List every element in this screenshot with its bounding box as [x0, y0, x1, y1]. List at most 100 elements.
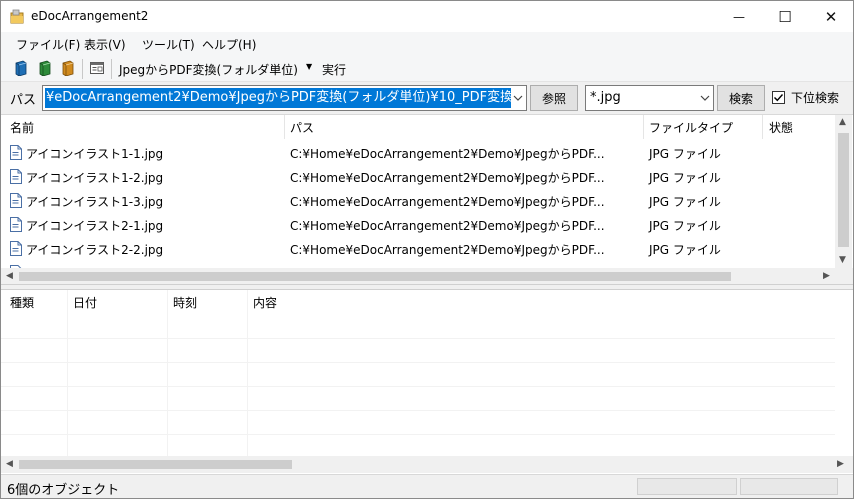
grid-line [1, 434, 835, 435]
log-list: 種類 日付 時刻 内容 ◀ ▶ [1, 290, 853, 473]
file-name: アイコンイラスト1-2.jpg [26, 171, 164, 185]
search-button[interactable]: 検索 [717, 85, 765, 111]
scroll-right-icon[interactable]: ▶ [823, 271, 830, 281]
scroll-down-icon[interactable]: ▼ [839, 255, 846, 265]
window-title: eDocArrangement2 [31, 9, 149, 23]
file-list: 名前 パス ファイルタイプ 状態 アイコンイラスト1-1.jpg C:¥Home… [1, 114, 853, 285]
scroll-left-icon[interactable]: ◀ [6, 271, 13, 281]
toolbar-separator [111, 59, 112, 79]
chevron-down-icon[interactable]: ▼ [306, 62, 312, 71]
app-folder-icon [10, 9, 24, 24]
table-row[interactable]: アイコンイラスト1-1.jpg C:¥Home¥eDocArrangement2… [1, 141, 835, 165]
column-divider[interactable] [284, 115, 285, 139]
column-divider[interactable] [762, 115, 763, 139]
title-bar[interactable]: eDocArrangement2 — ☐ ✕ [1, 1, 853, 32]
column-header-type[interactable]: ファイルタイプ [649, 119, 733, 136]
run-button[interactable]: 実行 [322, 61, 346, 78]
status-panel [740, 478, 838, 495]
status-bar: 6個のオブジェクト [1, 474, 853, 498]
file-path: C:¥Home¥eDocArrangement2¥Demo¥JpegからPDF.… [290, 219, 605, 233]
maximize-icon: ☐ [778, 7, 792, 26]
scroll-thumb[interactable] [838, 133, 849, 247]
grid-line [67, 290, 68, 456]
browse-button[interactable]: 参照 [530, 85, 578, 111]
book-green-icon[interactable] [37, 60, 53, 76]
check-icon [774, 94, 784, 102]
column-header-date[interactable]: 日付 [73, 294, 97, 311]
column-header-time[interactable]: 時刻 [173, 294, 197, 311]
column-divider[interactable] [643, 115, 644, 139]
toolbar-separator [82, 59, 83, 79]
file-icon [10, 145, 22, 160]
file-icon [10, 217, 22, 232]
path-bar: パス ¥eDocArrangement2¥Demo¥JpegからPDF変換(フォ… [1, 82, 853, 114]
window-list-icon[interactable] [89, 60, 105, 76]
path-value[interactable]: ¥eDocArrangement2¥Demo¥JpegからPDF変換(フォルダ単… [45, 88, 511, 108]
toolbar: JpegからPDF変換(フォルダ単位) ▼ 実行 [1, 56, 853, 82]
horizontal-scrollbar[interactable]: ◀ ▶ [1, 268, 853, 285]
scroll-right-icon[interactable]: ▶ [837, 459, 844, 469]
menu-help[interactable]: ヘルプ(H) [202, 36, 256, 53]
filter-input[interactable]: *.jpg [585, 85, 714, 111]
file-type: JPG ファイル [649, 171, 721, 185]
book-blue-icon[interactable] [13, 60, 29, 76]
horizontal-scrollbar[interactable]: ◀ ▶ [1, 456, 853, 473]
file-type: JPG ファイル [649, 219, 721, 233]
subfolder-label[interactable]: 下位検索 [791, 89, 839, 106]
close-button[interactable]: ✕ [808, 1, 854, 32]
mode-select[interactable]: JpegからPDF変換(フォルダ単位) [119, 61, 298, 78]
file-name: アイコンイラスト2-1.jpg [26, 219, 164, 233]
grid-line [1, 386, 835, 387]
file-path: C:¥Home¥eDocArrangement2¥Demo¥JpegからPDF.… [290, 147, 605, 161]
column-header-name[interactable]: 名前 [10, 119, 34, 136]
path-label: パス [10, 93, 37, 108]
status-panel [637, 478, 737, 495]
table-row[interactable]: アイコンイラスト1-2.jpg C:¥Home¥eDocArrangement2… [1, 165, 835, 189]
vertical-scrollbar[interactable]: ▲ ▼ [835, 115, 852, 269]
menu-view[interactable]: 表示(V) [84, 36, 126, 53]
file-type: JPG ファイル [649, 147, 721, 161]
scroll-thumb[interactable] [19, 272, 731, 281]
column-header-kind[interactable]: 種類 [10, 294, 34, 311]
menu-bar: ファイル(F) 表示(V) ツール(T) ヘルプ(H) [1, 32, 853, 56]
grid-line [1, 410, 835, 411]
subfolder-checkbox[interactable] [772, 91, 785, 104]
menu-file[interactable]: ファイル(F) [16, 36, 80, 53]
column-header-status[interactable]: 状態 [769, 119, 793, 136]
path-input[interactable]: ¥eDocArrangement2¥Demo¥JpegからPDF変換(フォルダ単… [42, 85, 527, 111]
column-header-content[interactable]: 内容 [253, 294, 277, 311]
menu-tools[interactable]: ツール(T) [142, 36, 195, 53]
file-type: JPG ファイル [649, 243, 721, 257]
grid-line [1, 362, 835, 363]
book-orange-icon[interactable] [60, 60, 76, 76]
file-path: C:¥Home¥eDocArrangement2¥Demo¥JpegからPDF.… [290, 195, 605, 209]
minimize-button[interactable]: — [716, 1, 762, 32]
file-path: C:¥Home¥eDocArrangement2¥Demo¥JpegからPDF.… [290, 171, 605, 185]
grid-line [247, 290, 248, 456]
file-icon [10, 241, 22, 256]
maximize-button[interactable]: ☐ [762, 1, 808, 32]
grid-line [1, 338, 835, 339]
column-header-path[interactable]: パス [290, 119, 314, 136]
scroll-up-icon[interactable]: ▲ [839, 117, 846, 127]
table-row[interactable]: アイコンイラスト2-1.jpg C:¥Home¥eDocArrangement2… [1, 213, 835, 237]
file-icon [10, 193, 22, 208]
chevron-down-icon[interactable] [513, 90, 523, 106]
file-name: アイコンイラスト1-1.jpg [26, 147, 164, 161]
scroll-left-icon[interactable]: ◀ [6, 459, 13, 469]
app-window: eDocArrangement2 — ☐ ✕ ファイル(F) 表示(V) ツール… [0, 0, 854, 499]
status-text: 6個のオブジェクト [7, 483, 120, 498]
scroll-thumb[interactable] [19, 460, 292, 469]
file-path: C:¥Home¥eDocArrangement2¥Demo¥JpegからPDF.… [290, 243, 605, 257]
file-icon [10, 169, 22, 184]
table-row[interactable]: アイコンイラスト2-2.jpg C:¥Home¥eDocArrangement2… [1, 237, 835, 261]
file-name: アイコンイラスト1-3.jpg [26, 195, 164, 209]
browse-button-label: 参照 [541, 91, 566, 106]
file-type: JPG ファイル [649, 195, 721, 209]
chevron-down-icon[interactable] [700, 90, 710, 106]
grid-line [167, 290, 168, 456]
filter-value: *.jpg [590, 90, 621, 105]
table-row[interactable]: アイコンイラスト1-3.jpg C:¥Home¥eDocArrangement2… [1, 189, 835, 213]
close-icon: ✕ [824, 7, 838, 26]
minimize-icon: — [733, 9, 745, 24]
